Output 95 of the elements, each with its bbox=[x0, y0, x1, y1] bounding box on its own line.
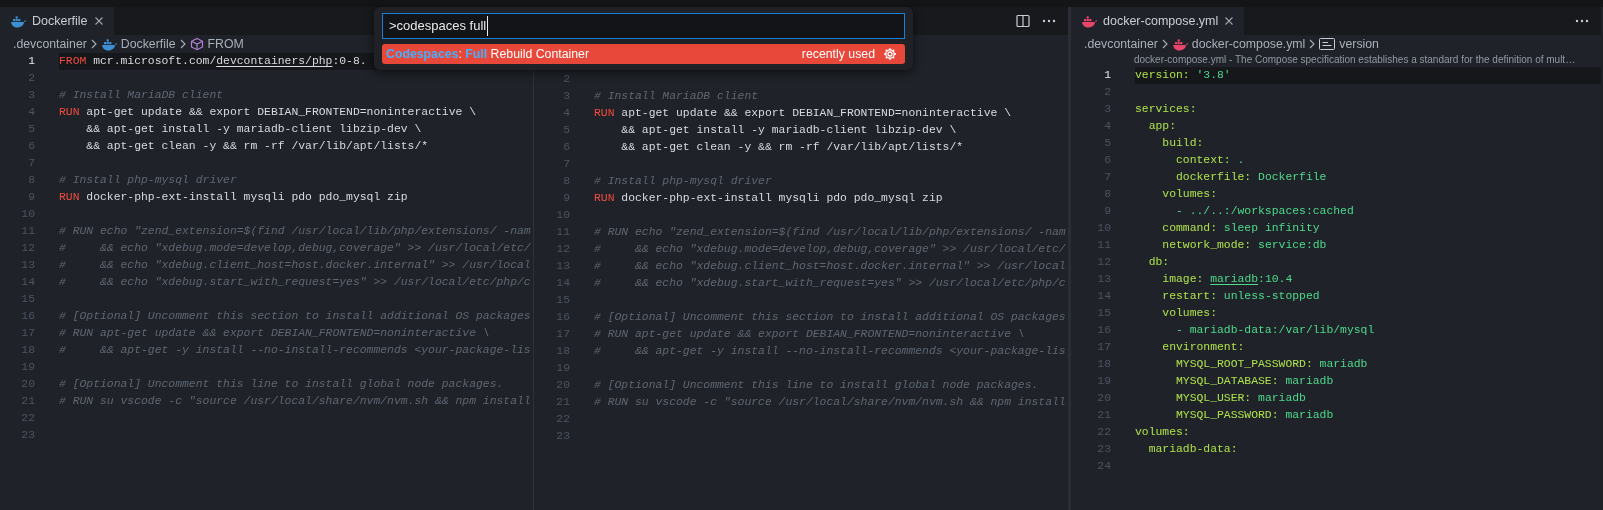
code-line: environment: bbox=[1161, 340, 1246, 355]
code-line: RUN docker-php-ext-install mysqli pdo pdo_mysql zip bbox=[594, 190, 944, 206]
chevron-icon bbox=[178, 39, 187, 49]
code-line: build: bbox=[1161, 136, 1205, 151]
split-editor-icon[interactable] bbox=[1015, 13, 1031, 29]
line-number: 4 bbox=[27, 105, 35, 120]
code-line: - mariadb-data:/var/lib/mysql bbox=[1175, 323, 1376, 338]
line-number: 13 bbox=[555, 258, 570, 274]
code-line: RUN apt-get update && export DEBIAN_FRONTEND=noninteractive \ bbox=[594, 105, 1012, 121]
code-line: # && apt-get -y install --no-install-recommends <your-package-lis bbox=[594, 343, 1067, 359]
breadcrumb-item[interactable]: FROM bbox=[189, 34, 244, 54]
whale-icon bbox=[1171, 37, 1188, 51]
code-line: services: bbox=[1135, 102, 1198, 117]
code-line: MYSQL_USER: mariadb bbox=[1175, 391, 1307, 406]
close-icon[interactable] bbox=[1224, 16, 1235, 26]
line-number: 24 bbox=[1096, 459, 1111, 474]
code-line: && apt-get install -y mariadb-client libzip-dev \ bbox=[620, 122, 958, 138]
code-line: volumes: bbox=[1161, 187, 1219, 202]
code-line: # RUN apt-get update && export DEBIAN_FRONTEND=noninteractive \ bbox=[59, 326, 491, 341]
code-line: # RUN apt-get update && export DEBIAN_FRONTEND=noninteractive \ bbox=[594, 326, 1026, 342]
breadcrumb-item[interactable]: version bbox=[1319, 34, 1379, 54]
line-number: 23 bbox=[1096, 442, 1111, 457]
code-line: # Install php-mysql driver bbox=[59, 173, 238, 188]
code-line: # && echo "xdebug.mode=develop,debug,coverage" >> /usr/local/etc/ bbox=[59, 241, 532, 256]
code-line: context: . bbox=[1175, 153, 1246, 168]
code-line: # && echo "xdebug.mode=develop,debug,coverage" >> /usr/local/etc/ bbox=[594, 241, 1067, 257]
close-icon[interactable] bbox=[93, 16, 104, 26]
whale-icon bbox=[10, 14, 26, 28]
chevron-icon bbox=[1160, 39, 1169, 49]
code-line: # Install MariaDB client bbox=[59, 88, 225, 103]
cube-icon bbox=[189, 37, 204, 51]
code-line: # [Optional] Uncomment this section to install additional OS packages bbox=[594, 309, 1067, 325]
editor-tab[interactable]: Dockerfile bbox=[0, 7, 114, 35]
code-line: volumes: bbox=[1135, 425, 1191, 440]
code-line: # Install php-mysql driver bbox=[594, 173, 773, 189]
code-line: MYSQL_ROOT_PASSWORD: mariadb bbox=[1175, 357, 1369, 372]
code-line: # [Optional] Uncomment this line to install global node packages. bbox=[594, 377, 1040, 393]
editor-tab[interactable]: docker-compose.yml bbox=[1071, 7, 1245, 35]
line-number: 4 bbox=[1103, 119, 1111, 134]
code-line: restart: unless-stopped bbox=[1161, 289, 1321, 304]
text-symbol-icon bbox=[1319, 38, 1336, 50]
code-line: mariadb-data: bbox=[1147, 442, 1239, 457]
whale-icon bbox=[100, 37, 117, 51]
code-line: command: sleep infinity bbox=[1161, 221, 1321, 236]
command-input[interactable]: >codespaces full bbox=[382, 13, 905, 39]
code-line: # RUN echo "zend_extension=$(find /usr/local/lib/php/extensions/ -nam bbox=[59, 224, 532, 239]
code-line: - ../..:/workspaces:cached bbox=[1175, 204, 1355, 219]
line-number: 23 bbox=[555, 428, 570, 444]
line-number: 3 bbox=[562, 88, 570, 104]
code-line: # Install MariaDB client bbox=[594, 88, 760, 104]
code-line: network_mode: service:db bbox=[1161, 238, 1328, 253]
line-number: 14 bbox=[20, 275, 35, 290]
code-line: RUN docker-php-ext-install mysqli pdo pdo_mysql zip bbox=[59, 190, 409, 205]
line-number: 23 bbox=[20, 428, 35, 443]
code-line: dockerfile: Dockerfile bbox=[1175, 170, 1328, 185]
code-line: # && echo "xdebug.client_host=host.docker.internal" >> /usr/local bbox=[594, 258, 1067, 274]
chevron-icon bbox=[89, 39, 98, 49]
code-line: image: mariadb:10.4 bbox=[1161, 272, 1294, 287]
breadcrumb-item[interactable]: Dockerfile bbox=[100, 34, 176, 54]
settings-icon[interactable] bbox=[883, 47, 897, 61]
code-line: # && echo "xdebug.start_with_request=yes" >> /usr/local/etc/php/c bbox=[594, 275, 1067, 291]
codelens-text[interactable]: docker-compose.yml - The Compose specification establishes a standard for the definition of mult… bbox=[1134, 54, 1576, 65]
breadcrumb-item[interactable]: .devcontainer bbox=[1084, 34, 1158, 54]
code-line: MYSQL_DATABASE: mariadb bbox=[1175, 374, 1335, 389]
code-line: # [Optional] Uncomment this section to install additional OS packages bbox=[59, 309, 532, 324]
chevron-icon bbox=[1308, 39, 1317, 49]
breadcrumb-item[interactable]: .devcontainer bbox=[13, 34, 87, 54]
line-number: 13 bbox=[1096, 272, 1111, 287]
code-line: db: bbox=[1147, 255, 1171, 270]
code-line: # && echo "xdebug.start_with_request=yes" >> /usr/local/etc/php/c bbox=[59, 275, 532, 290]
code-line: && apt-get clean -y && rm -rf /var/lib/apt/lists/* bbox=[85, 139, 430, 154]
code-line: # RUN su vscode -c "source /usr/local/share/nvm/nvm.sh && npm install bbox=[59, 394, 532, 409]
code-line: RUN apt-get update && export DEBIAN_FRONTEND=noninteractive \ bbox=[59, 105, 477, 120]
line-number: 4 bbox=[562, 105, 570, 121]
line-number: 1 bbox=[1103, 68, 1111, 83]
code-line: # && echo "xdebug.client_host=host.docker.internal" >> /usr/local bbox=[59, 258, 532, 273]
command-result[interactable]: Codespaces: Full Rebuild Container recently used bbox=[382, 44, 905, 64]
line-number: 3 bbox=[27, 88, 35, 103]
recently-used-label: recently used bbox=[801, 45, 875, 63]
line-number: 14 bbox=[1096, 289, 1111, 304]
line-number: 3 bbox=[1103, 102, 1111, 117]
code-line: # RUN echo "zend_extension=$(find /usr/local/lib/php/extensions/ -nam bbox=[594, 224, 1067, 240]
line-number: 14 bbox=[555, 275, 570, 291]
code-line: app: bbox=[1147, 119, 1177, 134]
code-line: # [Optional] Uncomment this line to install global node packages. bbox=[59, 377, 505, 392]
line-number: 1 bbox=[27, 54, 35, 69]
code-line: MYSQL_PASSWORD: mariadb bbox=[1175, 408, 1335, 423]
code-line: # && apt-get -y install --no-install-recommends <your-package-lis bbox=[59, 343, 532, 358]
code-line: && apt-get install -y mariadb-client libzip-dev \ bbox=[85, 122, 423, 137]
breadcrumb-item[interactable]: docker-compose.yml bbox=[1171, 34, 1306, 54]
code-line: && apt-get clean -y && rm -rf /var/lib/apt/lists/* bbox=[620, 139, 965, 155]
line-number: 13 bbox=[20, 258, 35, 273]
code-line: volumes: bbox=[1161, 306, 1219, 321]
code-line: # RUN su vscode -c "source /usr/local/share/nvm/nvm.sh && npm install bbox=[594, 394, 1067, 410]
whale-icon bbox=[1081, 14, 1097, 28]
